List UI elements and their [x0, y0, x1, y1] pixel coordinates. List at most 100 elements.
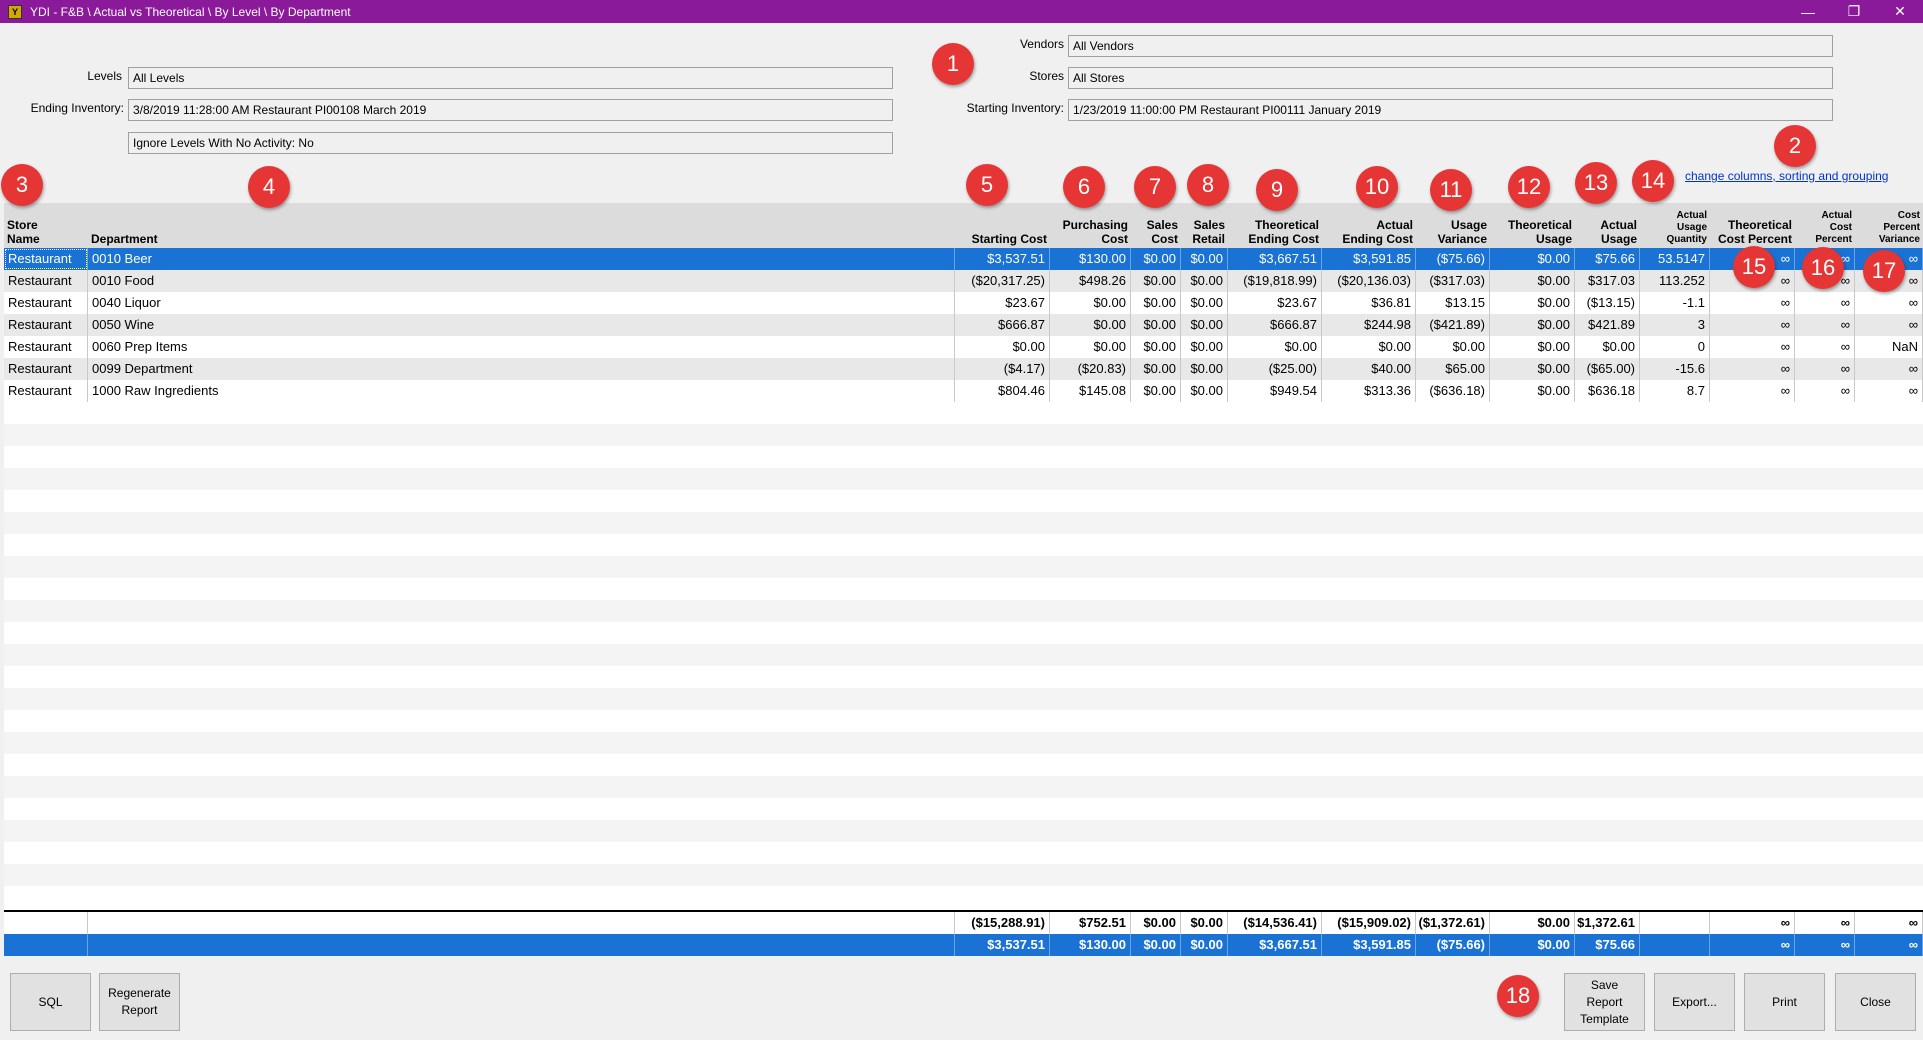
totals-cell: ($15,909.02)	[1322, 912, 1416, 934]
totals-cell: $0.00	[1181, 912, 1228, 934]
totals-cell: $0.00	[1131, 934, 1181, 956]
app-icon: Y	[8, 4, 22, 19]
table-cell: $36.81	[1322, 292, 1416, 314]
table-cell: $804.46	[955, 380, 1050, 402]
column-header-text: Purchasing	[1062, 218, 1128, 232]
totals-cell	[4, 934, 88, 956]
totals-cell: $0.00	[1490, 912, 1575, 934]
totals-cell: $1,372.61	[1575, 912, 1640, 934]
table-cell: $0.00	[1181, 248, 1228, 270]
totals-cell: ($75.66)	[1416, 934, 1490, 956]
column-header[interactable]: Theoretical Usage	[1490, 203, 1575, 248]
starting-inventory-label: Starting Inventory:	[966, 101, 1064, 115]
column-header[interactable]: Actual Ending Cost	[1322, 203, 1416, 248]
table-cell: $23.67	[1228, 292, 1322, 314]
totals-cell: ∞	[1855, 934, 1923, 956]
table-cell: $3,667.51	[1228, 248, 1322, 270]
totals-cell: $0.00	[1181, 934, 1228, 956]
column-header[interactable]: Sales Retail	[1181, 203, 1228, 248]
table-row[interactable]: Restaurant 0060 Prep Items $0.00 $0.00 $0.00…	[4, 336, 1923, 358]
table-cell: $0.00	[1181, 336, 1228, 358]
table-row[interactable]: Restaurant 0099 Department ($4.17) ($20.83)…	[4, 358, 1923, 380]
table-cell: 0040 Liquor	[88, 292, 955, 314]
table-cell: ∞	[1855, 292, 1923, 314]
column-header[interactable]: Purchasing Cost	[1050, 203, 1131, 248]
column-header-text: Usage	[1450, 218, 1487, 232]
column-header[interactable]: Department	[88, 203, 955, 248]
table-cell: ($25.00)	[1228, 358, 1322, 380]
table-cell: Restaurant	[4, 358, 88, 380]
stores-field[interactable]: All Stores	[1068, 67, 1833, 89]
restore-button[interactable]: ❐	[1831, 0, 1877, 23]
column-header-text: Actual	[1821, 210, 1852, 221]
sql-button[interactable]: SQL	[10, 973, 91, 1031]
table-cell: $65.00	[1416, 358, 1490, 380]
table-row[interactable]: Restaurant 0010 Food ($20,317.25) $498.26 $0…	[4, 270, 1923, 292]
table-cell: $0.00	[1490, 336, 1575, 358]
report-grid[interactable]: Store Name Department Starting Cost Purchasi…	[4, 203, 1923, 913]
change-columns-link[interactable]: change columns, sorting and grouping	[1685, 169, 1888, 183]
table-cell: -1.1	[1640, 292, 1710, 314]
column-header[interactable]: Actual Usage	[1575, 203, 1640, 248]
column-header-text: Usage	[1676, 222, 1707, 233]
column-header-text: Name	[7, 232, 40, 246]
table-cell: $40.00	[1322, 358, 1416, 380]
print-button[interactable]: Print	[1744, 973, 1825, 1031]
ignore-levels-field[interactable]: Ignore Levels With No Activity: No	[128, 132, 893, 154]
table-cell: ∞	[1710, 336, 1795, 358]
table-cell: ($4.17)	[955, 358, 1050, 380]
column-header-text: Variance	[1437, 232, 1487, 246]
column-header[interactable]: Sales Cost	[1131, 203, 1181, 248]
table-row[interactable]: Restaurant 0050 Wine $666.87 $0.00 $0.00 $0.0…	[4, 314, 1923, 336]
empty-row	[4, 468, 1923, 490]
close-button[interactable]: Close	[1835, 973, 1916, 1031]
close-window-button[interactable]: ✕	[1877, 0, 1923, 23]
column-header[interactable]: Starting Cost	[955, 203, 1050, 248]
column-header-text: Actual	[1600, 218, 1637, 232]
totals-area: ($15,288.91) $752.51 $0.00 $0.00 ($14,536.41…	[4, 910, 1923, 956]
empty-row	[4, 732, 1923, 754]
table-cell: $0.00	[1181, 314, 1228, 336]
save-report-template-button[interactable]: Save Report Template	[1564, 973, 1645, 1031]
table-cell: ∞	[1795, 314, 1855, 336]
table-cell: $949.54	[1228, 380, 1322, 402]
callout-badge: 2	[1774, 125, 1816, 167]
column-header-text: Cost	[1151, 232, 1178, 246]
column-header[interactable]: Theoretical Cost Percent	[1710, 203, 1795, 248]
regenerate-report-button[interactable]: Regenerate Report	[99, 973, 180, 1031]
callout-badge: 5	[966, 164, 1008, 206]
table-cell: $13.15	[1416, 292, 1490, 314]
minimize-button[interactable]: —	[1785, 0, 1831, 23]
table-cell: $0.00	[1490, 248, 1575, 270]
column-header-text: Theoretical	[1727, 218, 1792, 232]
vendors-field[interactable]: All Vendors	[1068, 35, 1833, 57]
table-row[interactable]: Restaurant 0010 Beer $3,537.51 $130.00 $0.00…	[4, 248, 1923, 270]
table-cell: $498.26	[1050, 270, 1131, 292]
table-cell: $3,537.51	[955, 248, 1050, 270]
column-header[interactable]: Actual Cost Percent	[1795, 203, 1855, 248]
table-row[interactable]: Restaurant 1000 Raw Ingredients $804.46 $14…	[4, 380, 1923, 402]
table-cell: $0.00	[1490, 358, 1575, 380]
ending-inventory-field[interactable]: 3/8/2019 11:28:00 AM Restaurant PI00108 …	[128, 99, 893, 121]
table-cell: $3,591.85	[1322, 248, 1416, 270]
callout-badge: 13	[1575, 162, 1617, 204]
table-row[interactable]: Restaurant 0040 Liquor $23.67 $0.00 $0.00 $0.…	[4, 292, 1923, 314]
column-header-text: Sales	[1193, 218, 1225, 232]
table-cell: $0.00	[1575, 336, 1640, 358]
ending-inventory-label: Ending Inventory:	[30, 101, 124, 115]
table-cell: ∞	[1855, 314, 1923, 336]
table-cell: $0.00	[1490, 292, 1575, 314]
totals-cell: ∞	[1795, 934, 1855, 956]
callout-badge: 17	[1863, 250, 1905, 292]
column-header[interactable]: Actual Usage Quantity	[1640, 203, 1710, 248]
column-header[interactable]: Store Name	[4, 203, 88, 248]
callout-badge: 3	[1, 164, 43, 206]
column-header[interactable]: Cost Percent Variance	[1855, 203, 1923, 248]
starting-inventory-field[interactable]: 1/23/2019 11:00:00 PM Restaurant PI00111…	[1068, 99, 1833, 121]
totals-cell	[88, 934, 955, 956]
callout-badge: 14	[1632, 160, 1674, 202]
levels-field[interactable]: All Levels	[128, 67, 893, 89]
table-cell: ∞	[1795, 358, 1855, 380]
totals-cell	[4, 912, 88, 934]
export-button[interactable]: Export...	[1654, 973, 1735, 1031]
